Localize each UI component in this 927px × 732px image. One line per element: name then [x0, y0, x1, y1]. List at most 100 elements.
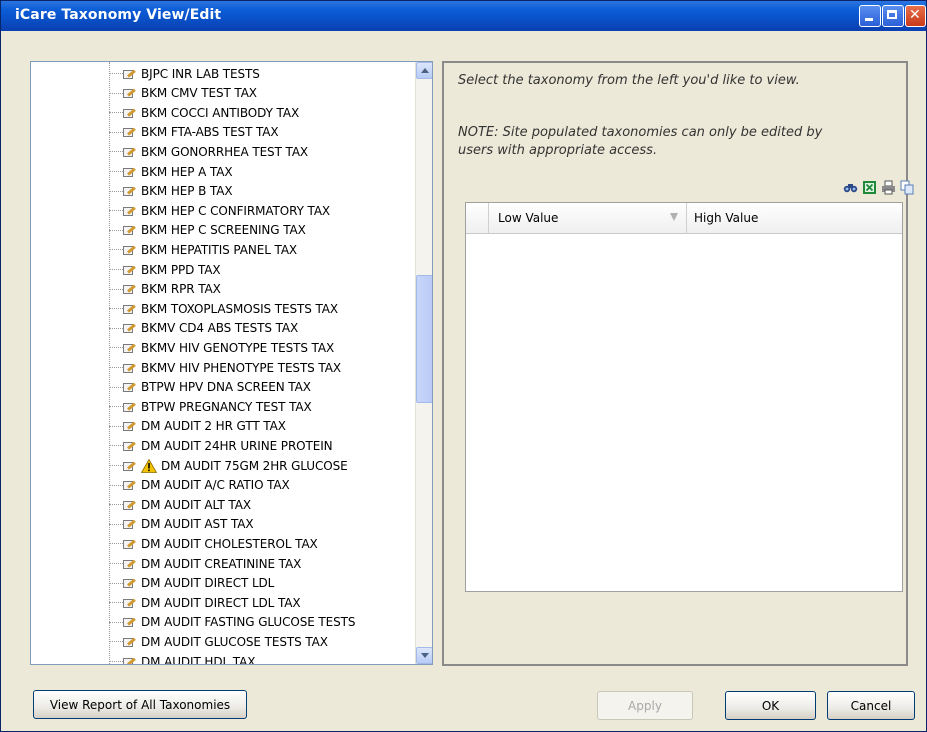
close-button[interactable]: [905, 5, 926, 27]
edit-pencil-icon: [123, 342, 137, 354]
tree-item-label: DM AUDIT 75GM 2HR GLUCOSE: [161, 458, 348, 473]
tree-connector: [109, 171, 123, 172]
tree-item[interactable]: DM AUDIT DIRECT LDL TAX: [109, 593, 301, 612]
tree-item[interactable]: DM AUDIT 2 HR GTT TAX: [109, 417, 286, 436]
scroll-up-button[interactable]: [416, 62, 432, 79]
tree-item[interactable]: DM AUDIT AST TAX: [109, 515, 254, 534]
tree-item[interactable]: BKM HEP B TAX: [109, 182, 233, 201]
tree-item[interactable]: DM AUDIT HDL TAX: [109, 652, 255, 664]
tree-item-label: BKMV HIV GENOTYPE TESTS TAX: [141, 340, 335, 355]
tree-item[interactable]: BKMV HIV PHENOTYPE TESTS TAX: [109, 358, 341, 377]
tree-item-label: DM AUDIT A/C RATIO TAX: [141, 478, 290, 493]
tree-connector: [109, 425, 123, 427]
edit-pencil-icon: [123, 440, 137, 452]
tree-connector: [109, 73, 123, 74]
tree-item[interactable]: DM AUDIT A/C RATIO TAX: [109, 476, 290, 495]
copy-icon[interactable]: [900, 180, 915, 195]
tree-item[interactable]: DM AUDIT 75GM 2HR GLUCOSE: [109, 456, 348, 475]
tree-item[interactable]: DM AUDIT FASTING GLUCOSE TESTS: [109, 613, 356, 632]
tree-connector: [109, 641, 123, 643]
edit-pencil-icon: [123, 577, 137, 589]
tree-item-label: BTPW PREGNANCY TEST TAX: [141, 399, 312, 414]
tree-item-label: DM AUDIT CHOLESTEROL TAX: [141, 536, 318, 551]
tree-item[interactable]: DM AUDIT CHOLESTEROL TAX: [109, 534, 318, 553]
edit-pencil-icon: [123, 558, 137, 570]
tree-item[interactable]: BKM HEP C CONFIRMATORY TAX: [109, 201, 330, 220]
tree-item[interactable]: BKMV HIV GENOTYPE TESTS TAX: [109, 338, 334, 357]
tree-item-label: DM AUDIT DIRECT LDL: [141, 576, 275, 591]
grid-toolbar: [843, 180, 915, 195]
find-icon[interactable]: [843, 180, 858, 195]
note-line-1: NOTE: Site populated taxonomies can only…: [458, 125, 823, 140]
column-label-high: High Value: [694, 211, 759, 225]
tree-item-label: BJPC INR LAB TESTS: [141, 66, 260, 81]
tree-item[interactable]: DM AUDIT GLUCOSE TESTS TAX: [109, 632, 328, 651]
tree-item[interactable]: BKMV CD4 ABS TESTS TAX: [109, 319, 298, 338]
scroll-thumb[interactable]: [416, 275, 432, 403]
edit-pencil-icon: [123, 656, 137, 664]
tree-item-label: BKMV CD4 ABS TESTS TAX: [141, 321, 299, 336]
tree-item[interactable]: BKM COCCI ANTIBODY TAX: [109, 103, 299, 122]
excel-export-icon[interactable]: [862, 180, 877, 195]
tree-item-label: DM AUDIT 24HR URINE PROTEIN: [141, 438, 333, 453]
tree-item-label: BKM HEP A TAX: [141, 164, 233, 179]
tree-item[interactable]: BTPW HPV DNA SCREEN TAX: [109, 378, 311, 397]
taxonomy-tree[interactable]: BJPC INR LAB TESTS BKM CMV TEST TAX BKM CO…: [30, 61, 433, 665]
tree-connector: [109, 367, 123, 368]
tree-item-label: BKMV HIV PHENOTYPE TESTS TAX: [141, 360, 341, 375]
filter-icon[interactable]: [670, 213, 678, 221]
tree-item[interactable]: DM AUDIT CREATININE TAX: [109, 554, 301, 573]
value-grid[interactable]: Low Value High Value: [465, 202, 903, 592]
tree-item[interactable]: BKM CMV TEST TAX: [109, 84, 257, 103]
tree-connector: [109, 249, 123, 251]
tree-item[interactable]: DM AUDIT DIRECT LDL: [109, 574, 274, 593]
note-line-2: users with appropriate access.: [458, 143, 658, 158]
tree-item[interactable]: BKM RPR TAX: [109, 280, 221, 299]
tree-connector: [109, 151, 123, 153]
ok-button[interactable]: OK: [725, 691, 816, 720]
tree-scrollbar[interactable]: [415, 62, 432, 664]
tree-item[interactable]: BKM HEPATITIS PANEL TAX: [109, 240, 297, 259]
cancel-button[interactable]: Cancel: [827, 691, 915, 720]
edit-pencil-icon: [123, 166, 137, 178]
tree-item-label: BKM HEP B TAX: [141, 184, 233, 199]
view-report-button[interactable]: View Report of All Taxonomies: [33, 690, 247, 719]
column-header-high-value[interactable]: High Value: [686, 203, 902, 233]
tree-connector: [109, 621, 123, 623]
edit-pencil-icon: [123, 87, 137, 99]
minimize-button[interactable]: [859, 5, 881, 27]
tree-item[interactable]: BKM TOXOPLASMOSIS TESTS TAX: [109, 299, 338, 318]
tree-item[interactable]: BKM HEP C SCREENING TAX: [109, 221, 306, 240]
edit-pencil-icon: [123, 518, 137, 530]
grid-header: Low Value High Value: [466, 203, 902, 234]
maximize-button[interactable]: [882, 5, 904, 27]
print-icon[interactable]: [881, 180, 896, 195]
edit-pencil-icon: [123, 126, 137, 138]
scroll-down-button[interactable]: [416, 647, 432, 664]
tree-connector: [109, 288, 123, 290]
title-bar[interactable]: iCare Taxonomy View/Edit: [1, 1, 926, 31]
tree-item-label: DM AUDIT DIRECT LDL TAX: [141, 595, 301, 610]
tree-item-label: BTPW HPV DNA SCREEN TAX: [141, 380, 311, 395]
tree-connector: [109, 92, 123, 94]
tree-item[interactable]: BKM PPD TAX: [109, 260, 221, 279]
edit-pencil-icon: [123, 224, 137, 236]
edit-pencil-icon: [123, 381, 137, 393]
edit-pencil-icon: [123, 264, 137, 276]
column-header-low-value[interactable]: Low Value: [488, 203, 687, 233]
edit-pencil-icon: [123, 146, 137, 158]
tree-connector: [109, 131, 123, 133]
edit-pencil-icon: [123, 616, 137, 628]
tree-item[interactable]: BKM FTA-ABS TEST TAX: [109, 123, 279, 142]
edit-pencil-icon: [123, 107, 137, 119]
tree-connector: [109, 465, 123, 466]
tree-item[interactable]: DM AUDIT ALT TAX: [109, 495, 251, 514]
dialog-window: iCare Taxonomy View/Edit BJPC INR LAB TE…: [0, 0, 927, 732]
tree-item[interactable]: BKM HEP A TAX: [109, 162, 233, 181]
tree-item[interactable]: BJPC INR LAB TESTS: [109, 64, 260, 83]
tree-item[interactable]: DM AUDIT 24HR URINE PROTEIN: [109, 436, 333, 455]
apply-button[interactable]: Apply: [597, 691, 693, 720]
tree-item[interactable]: BKM GONORRHEA TEST TAX: [109, 142, 308, 161]
row-selector-header[interactable]: [466, 203, 489, 233]
tree-item[interactable]: BTPW PREGNANCY TEST TAX: [109, 397, 312, 416]
